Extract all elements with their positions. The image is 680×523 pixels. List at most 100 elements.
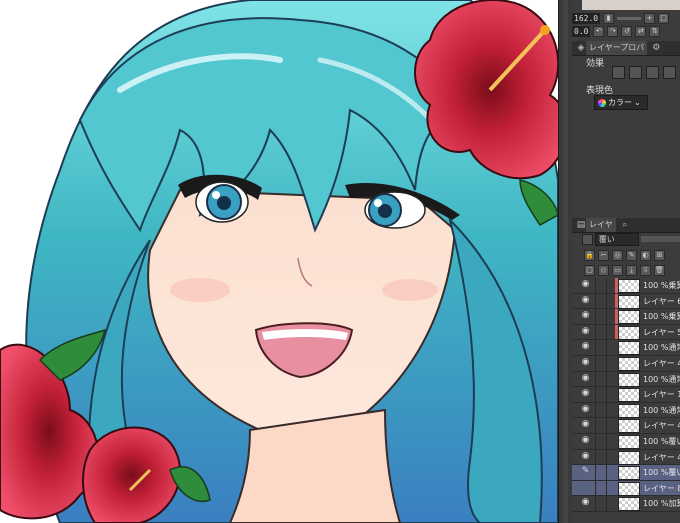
- lock-column[interactable]: [595, 433, 607, 449]
- merge-down-icon[interactable]: ⤓: [626, 265, 637, 276]
- layer-row[interactable]: ◉ 100 %覆い: [572, 433, 680, 450]
- layer-row[interactable]: ◉ 100 %加算: [572, 496, 680, 512]
- navigator-rotation-row: 0.0 ↶ ↷ ↺ ⇄ ⇅: [572, 25, 680, 37]
- lock-column[interactable]: [595, 496, 607, 511]
- delete-layer-icon[interactable]: 🗑: [654, 265, 665, 276]
- eye-icon[interactable]: ◉: [581, 280, 590, 289]
- reference-icon[interactable]: ◎: [612, 250, 623, 261]
- lock-column[interactable]: [595, 309, 607, 324]
- transfer-icon[interactable]: ⇩: [640, 265, 651, 276]
- flip-vertical-icon[interactable]: ⇅: [649, 25, 661, 37]
- layer-row-selected[interactable]: ✎ 100 %覆い: [572, 465, 680, 481]
- eye-icon[interactable]: ◉: [581, 420, 590, 429]
- zoom-in-icon[interactable]: +: [644, 12, 656, 24]
- rotation-value[interactable]: 0.0: [572, 25, 591, 37]
- layer-row[interactable]: ◉ レイヤー 4: [572, 449, 680, 466]
- ruler-icon[interactable]: ⊞: [654, 250, 665, 261]
- opacity-slider[interactable]: [640, 236, 680, 242]
- eye-icon[interactable]: ◉: [581, 498, 590, 507]
- extract-line-effect-button[interactable]: [663, 66, 676, 79]
- blend-mode-select[interactable]: 覆い: [594, 232, 639, 246]
- eye-icon[interactable]: ◉: [581, 435, 590, 444]
- layer-name: 100 %通常: [643, 405, 680, 415]
- gear-icon[interactable]: ⚙: [651, 43, 661, 53]
- flip-horizontal-icon[interactable]: ⇄: [635, 25, 647, 37]
- new-raster-layer-icon[interactable]: ▢: [584, 265, 595, 276]
- fit-icon[interactable]: □: [658, 12, 670, 24]
- eye-icon[interactable]: ◉: [581, 404, 590, 413]
- layer-row[interactable]: ◉ 100 %通常: [572, 371, 680, 388]
- clip-icon[interactable]: ⌐: [598, 250, 609, 261]
- layer-row[interactable]: ◉ レイヤー 4: [572, 355, 680, 372]
- eye-icon[interactable]: ◉: [581, 295, 590, 304]
- rotate-right-icon[interactable]: ↷: [607, 25, 619, 37]
- layer-row[interactable]: ◉ 100 %乗算: [572, 309, 680, 325]
- layer-thumbnail: [618, 310, 640, 325]
- effect-label: 効果: [586, 59, 605, 69]
- mask-icon[interactable]: ◐: [640, 250, 651, 261]
- lock-column[interactable]: [595, 355, 607, 371]
- lock-column[interactable]: [595, 449, 607, 465]
- splitter-handle[interactable]: [563, 0, 568, 523]
- draft-icon[interactable]: ✎: [626, 250, 637, 261]
- new-folder-icon[interactable]: ▭: [612, 265, 623, 276]
- anime-girl-illustration: [0, 0, 558, 523]
- layer-name: 100 %覆い: [643, 436, 680, 446]
- lock-column[interactable]: [595, 387, 607, 402]
- layer-row[interactable]: ◉ レイヤー 11: [572, 387, 680, 403]
- lock-column[interactable]: [595, 324, 607, 340]
- lock-column[interactable]: [595, 418, 607, 433]
- layer-name: レイヤー 5: [643, 327, 680, 337]
- layer-tabbar: ▤ レイヤ ⌕: [572, 218, 680, 233]
- lock-icon[interactable]: 🔒: [584, 250, 595, 261]
- border-effect-button[interactable]: [612, 66, 625, 79]
- new-vector-layer-icon[interactable]: ◇: [598, 265, 609, 276]
- lock-column[interactable]: [595, 371, 607, 387]
- zoom-value[interactable]: 162.0: [572, 12, 601, 24]
- eye-icon[interactable]: ◉: [581, 357, 590, 366]
- layer-row[interactable]: ◉ 100 %乗算: [572, 278, 680, 294]
- zoom-slider-icon[interactable]: ▮: [603, 12, 615, 24]
- layer-thumbnail: [618, 279, 640, 293]
- zoom-slider[interactable]: [617, 16, 642, 20]
- lock-column[interactable]: [595, 340, 607, 355]
- pen-icon[interactable]: ✎: [581, 467, 590, 476]
- eye-icon[interactable]: ◉: [581, 326, 590, 335]
- layer-row[interactable]: ◉ 100 %通常: [572, 402, 680, 419]
- layer-row[interactable]: ◉ 100 %通常: [572, 340, 680, 356]
- drawing-canvas[interactable]: [0, 0, 558, 523]
- layer-row[interactable]: ◉ レイヤー 6: [572, 293, 680, 310]
- tab-layer-property[interactable]: レイヤープロパ: [586, 41, 648, 55]
- checkbox-icon[interactable]: [582, 233, 593, 245]
- lock-column[interactable]: [595, 465, 607, 480]
- navigator-thumbnail[interactable]: [582, 0, 680, 10]
- tab-layer[interactable]: レイヤ: [586, 218, 616, 232]
- panel-splitter[interactable]: [558, 0, 573, 523]
- eye-icon[interactable]: ◉: [581, 389, 590, 398]
- layer-row[interactable]: ◉ レイヤー 5: [572, 324, 680, 341]
- layer-thumbnail: [618, 466, 640, 481]
- layer-row[interactable]: ◉ レイヤー 4: [572, 418, 680, 434]
- lock-column[interactable]: [595, 480, 607, 496]
- eye-icon[interactable]: ◉: [581, 311, 590, 320]
- tone-effect-button[interactable]: [629, 66, 642, 79]
- layer-thumbnail: [618, 419, 640, 434]
- eye-icon[interactable]: ◉: [581, 342, 590, 351]
- eye-icon[interactable]: ◉: [581, 451, 590, 460]
- lock-column[interactable]: [595, 278, 607, 293]
- expression-color-select[interactable]: カラー ⌄: [594, 95, 648, 110]
- layer-thumbnail: [618, 403, 640, 418]
- layer-tools-row-1: 🔒 ⌐ ◎ ✎ ◐ ⊞: [584, 250, 665, 261]
- layer-name: 100 %乗算: [643, 281, 680, 290]
- eye-icon[interactable]: ◉: [581, 373, 590, 382]
- reset-rotation-icon[interactable]: ↺: [621, 25, 633, 37]
- color-wheel-icon: [598, 98, 606, 107]
- lock-column[interactable]: [595, 293, 607, 309]
- right-panel: 162.0 ▮ + □ 0.0 ↶ ↷ ↺ ⇄ ⇅ ◈ レイヤープロパ ⚙ 効果…: [572, 0, 680, 523]
- rotate-left-icon[interactable]: ↶: [593, 25, 605, 37]
- search-icon[interactable]: ⌕: [620, 220, 630, 230]
- lock-column[interactable]: [595, 402, 607, 418]
- layer-color-effect-button[interactable]: [646, 66, 659, 79]
- layer-row-selected[interactable]: レイヤー 8: [572, 480, 680, 497]
- layer-name: レイヤー 4: [643, 358, 680, 368]
